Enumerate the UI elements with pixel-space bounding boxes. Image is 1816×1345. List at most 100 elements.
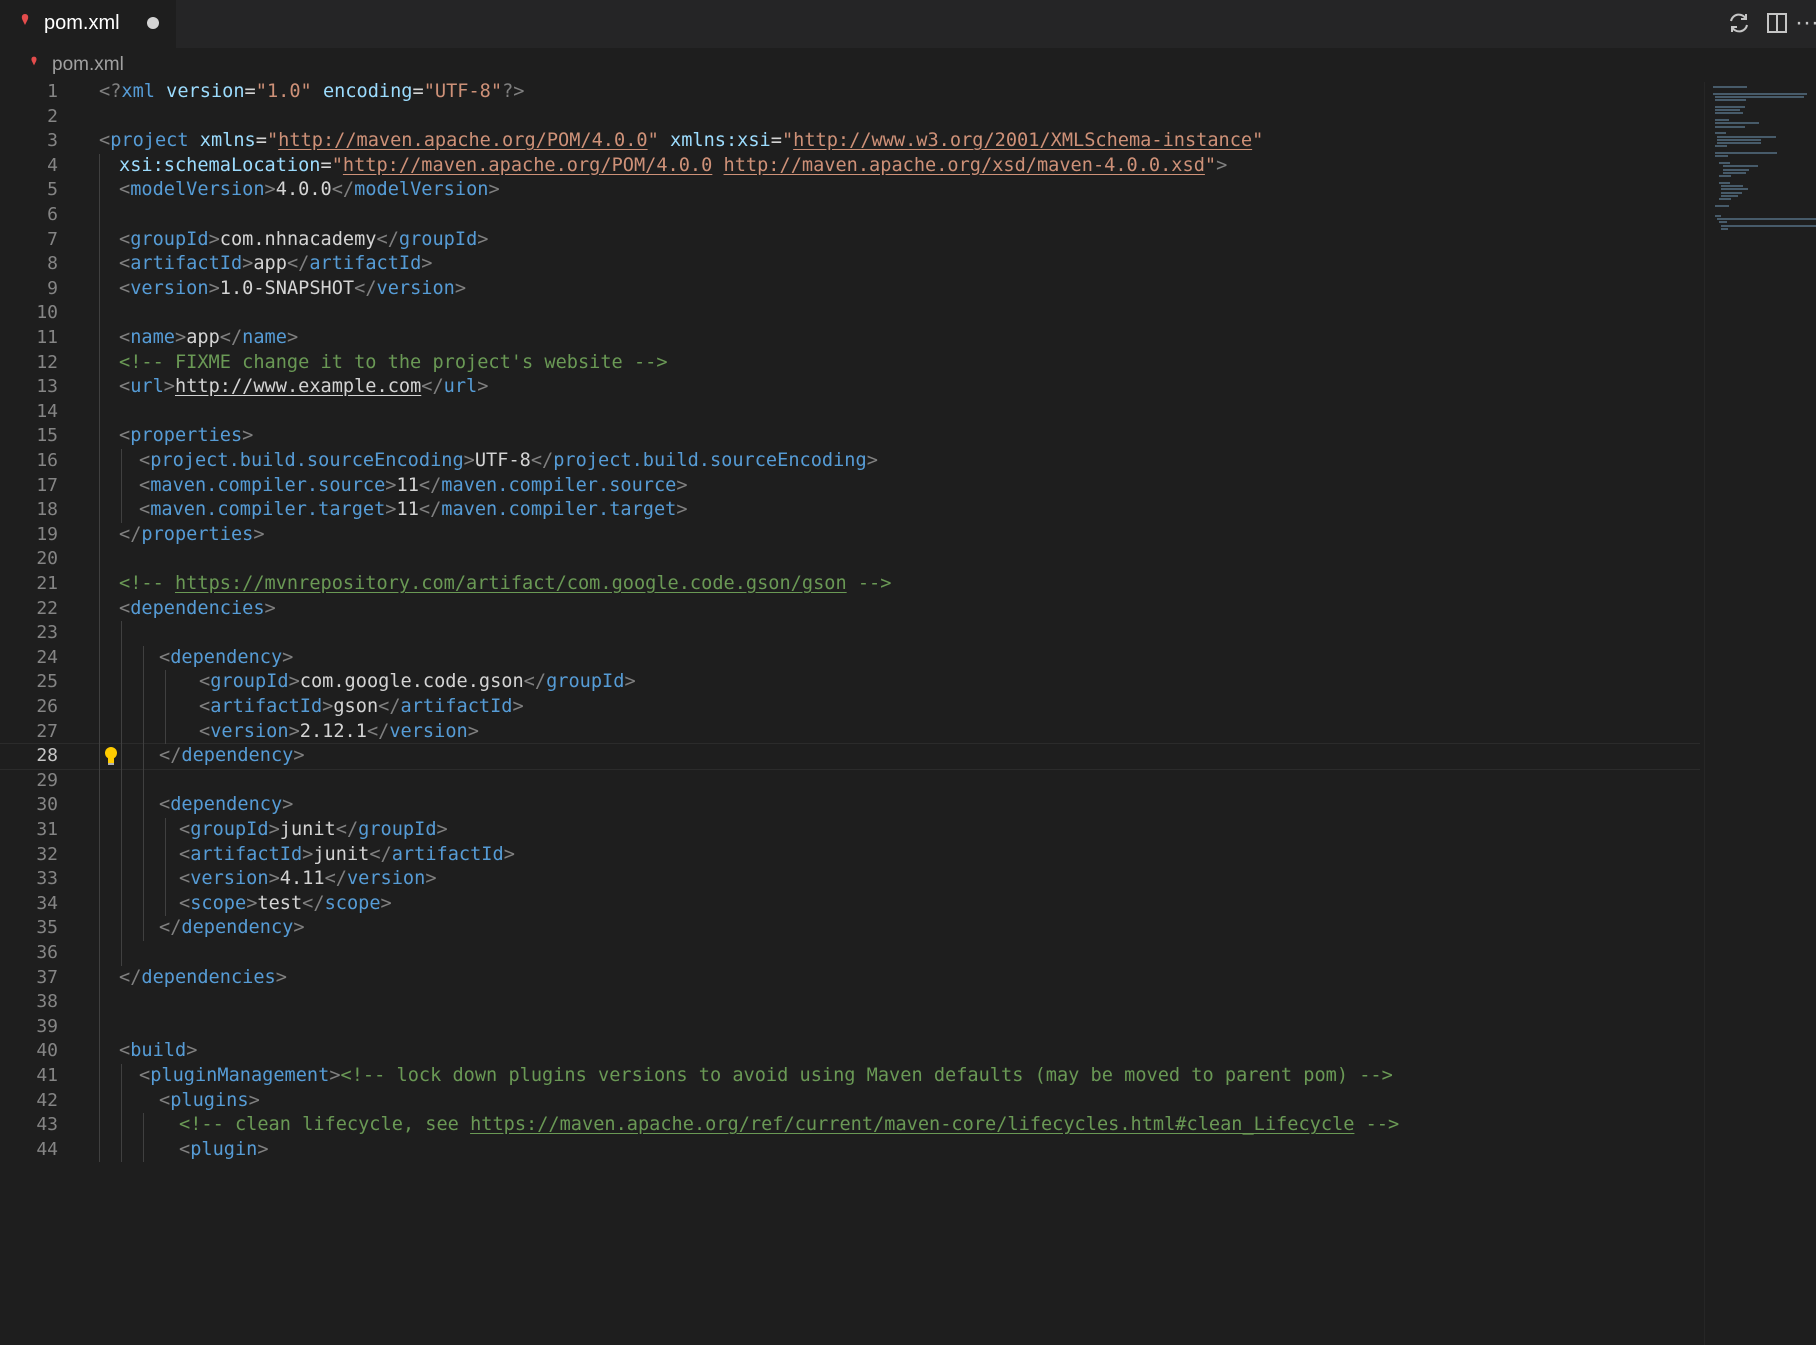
code-line[interactable]: <project xmlns="http://maven.apache.org/… (99, 129, 1263, 154)
code-editor[interactable]: 1 2 3 4 5 6 7 8 9 10 11 12 13 14 15 16 17 18 19 20 21 22 23 24 2… (0, 82, 1816, 1345)
code-token: > (322, 696, 334, 717)
code-line[interactable]: <plugin> (179, 1138, 269, 1163)
code-token: < (119, 597, 131, 619)
code-token: scope (324, 892, 381, 914)
code-token: < (139, 450, 151, 471)
code-line[interactable]: <maven.compiler.source>11</maven.compile… (139, 474, 688, 499)
code-line[interactable]: <plugins> (159, 1089, 260, 1114)
line-number: 7 (47, 228, 58, 250)
code-line[interactable]: <pluginManagement><!-- lock down plugins… (139, 1064, 1393, 1089)
code-line[interactable]: <!-- FIXME change it to the project's we… (119, 351, 668, 376)
code-token: name (130, 327, 175, 348)
indent-guide (121, 449, 122, 523)
line-number: 13 (36, 376, 58, 398)
code-line[interactable]: <dependency> (159, 793, 293, 818)
line-number: 4 (47, 154, 58, 176)
code-line[interactable]: <!-- https://mvnrepository.com/artifact/… (119, 572, 891, 597)
code-token: com.google.code.gson (299, 671, 524, 693)
code-token: dependency (170, 646, 283, 668)
code-line[interactable]: <version>1.0-SNAPSHOT</version> (119, 277, 466, 302)
code-line[interactable]: <url>http://www.example.com</url> (119, 375, 488, 400)
minimap-line (1719, 221, 1728, 224)
code-token: < (179, 868, 191, 890)
code-token: junit (279, 819, 336, 840)
split-editor-icon[interactable] (1762, 8, 1792, 38)
code-line[interactable]: <build> (119, 1039, 197, 1064)
minimap[interactable] (1704, 82, 1816, 1345)
code-token: <!-- lock down plugins versions to avoid… (340, 1065, 1393, 1086)
line-number: 24 (36, 646, 58, 668)
line-number: 38 (36, 991, 58, 1013)
code-line[interactable]: <!-- clean lifecycle, see https://maven.… (179, 1113, 1399, 1138)
xml-file-icon (31, 56, 37, 66)
breadcrumb-file[interactable]: pom.xml (52, 54, 124, 76)
code-token: test (257, 892, 303, 914)
minimap-line (1715, 214, 1722, 217)
code-token: = (770, 130, 782, 152)
code-line[interactable]: </properties> (119, 523, 265, 548)
code-line[interactable]: <maven.compiler.target>11</maven.compile… (139, 498, 688, 523)
code-token: " (331, 154, 343, 176)
code-token: > (1216, 154, 1228, 176)
sync-icon[interactable] (1724, 8, 1754, 38)
tab-pom-xml[interactable]: pom.xml (0, 0, 176, 48)
code-token: > (454, 277, 467, 299)
code-line[interactable]: <dependency> (159, 646, 293, 671)
code-token: --> (1354, 1114, 1400, 1136)
code-line[interactable]: <version>2.12.1</version> (199, 720, 479, 745)
code-token: > (253, 523, 265, 545)
code-line[interactable]: <properties> (119, 424, 253, 449)
code-token: < (179, 892, 191, 914)
code-token: dependency (170, 794, 283, 816)
code-line[interactable]: </dependency> (159, 916, 305, 941)
code-token: > (208, 228, 220, 250)
indent-guide (121, 1064, 122, 1163)
minimap-line (1715, 109, 1741, 112)
minimap-line (1715, 204, 1729, 207)
code-line[interactable]: <version>4.11</version> (179, 867, 437, 892)
code-token: > (380, 892, 392, 914)
line-number: 3 (47, 130, 58, 152)
line-number: 6 (47, 204, 58, 225)
code-token: > (248, 1089, 260, 1111)
code-line[interactable]: <project.build.sourceEncoding>UTF-8</pro… (139, 449, 878, 474)
code-line[interactable]: <groupId>com.nhnacademy</groupId> (119, 228, 488, 253)
code-token: 4.0.0 (275, 179, 332, 201)
code-line[interactable]: <name>app</name> (119, 326, 298, 351)
code-line[interactable]: xsi:schemaLocation="http://maven.apache.… (119, 154, 1227, 179)
code-token: = (412, 82, 424, 102)
code-token: groupId (190, 819, 269, 840)
code-token: groupId (130, 228, 209, 250)
code-line[interactable]: <artifactId>gson</artifactId> (199, 695, 524, 720)
more-actions-icon[interactable]: ··· (1792, 8, 1816, 38)
minimap-line (1721, 227, 1729, 230)
code-token: > (275, 966, 287, 988)
minimap-line (1723, 165, 1759, 168)
code-token: xml (121, 82, 167, 102)
code-line[interactable]: <dependencies> (119, 597, 276, 622)
code-token: </ (159, 917, 182, 939)
indent-guide (165, 670, 166, 745)
code-line[interactable]: </dependencies> (119, 966, 287, 991)
unsaved-dot-icon[interactable] (147, 17, 159, 29)
code-line[interactable]: <modelVersion>4.0.0</modelVersion> (119, 178, 500, 203)
code-line[interactable]: <groupId>com.google.code.gson</groupId> (199, 670, 636, 695)
code-line[interactable]: </dependency> (159, 744, 305, 769)
code-token: > (676, 474, 688, 496)
code-line[interactable]: <groupId>junit</groupId> (179, 818, 448, 843)
lightbulb-icon[interactable] (104, 746, 118, 766)
code-line[interactable]: <artifactId>junit</artifactId> (179, 843, 515, 868)
code-token: </ (378, 696, 401, 717)
xml-file-icon (21, 14, 29, 25)
code-line[interactable]: <scope>test</scope> (179, 892, 392, 917)
code-token: > (676, 499, 688, 521)
line-number: 29 (36, 769, 58, 791)
code-line[interactable]: <artifactId>app</artifactId> (119, 252, 433, 277)
code-line[interactable]: <?xml version="1.0" encoding="UTF-8"?> (99, 82, 524, 105)
code-token: app (186, 327, 220, 348)
minimap-line (1715, 112, 1743, 115)
minimap-line (1715, 122, 1760, 125)
code-token: maven.compiler.target (150, 499, 386, 521)
code-token: < (199, 720, 211, 742)
